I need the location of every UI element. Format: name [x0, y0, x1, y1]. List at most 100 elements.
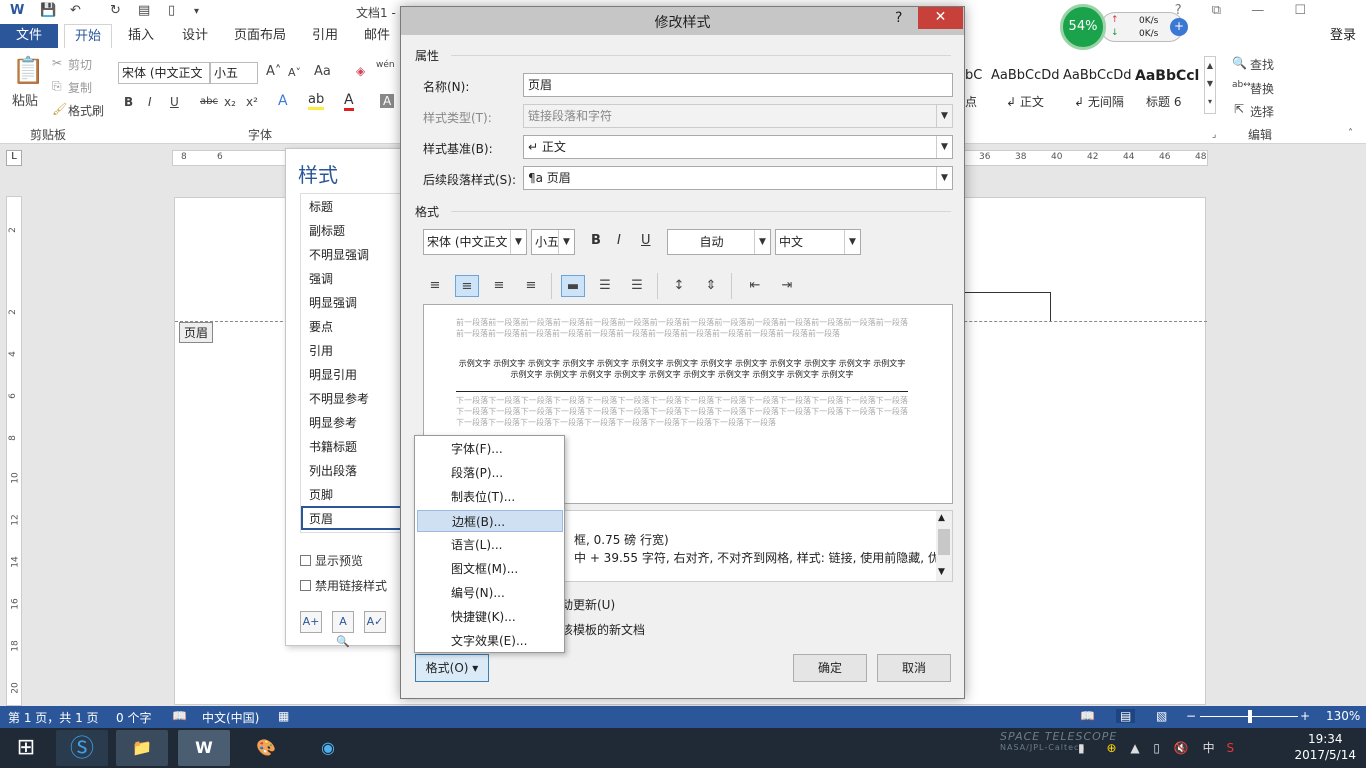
character-shading-icon[interactable]: A [380, 94, 395, 108]
clear-formatting-icon[interactable]: ◈ [356, 64, 365, 78]
zoom-slider-thumb[interactable] [1248, 710, 1252, 723]
style-item-strong[interactable]: 要点 [309, 318, 333, 335]
dialog-bold-button[interactable]: B [591, 233, 601, 248]
style-item-title[interactable]: 标题 [309, 198, 333, 215]
justify-button[interactable]: ≡ [519, 275, 543, 297]
menu-item-text-effects[interactable]: 文字效果(E)... [417, 630, 563, 652]
customize-toolbar-icon[interactable]: ▾ [194, 6, 199, 17]
menu-item-font[interactable]: 字体(F)... [417, 438, 563, 460]
next-style-select[interactable]: ¶a 页眉 ▼ [523, 166, 953, 190]
select-icon[interactable]: ⇱ [1234, 102, 1244, 116]
superscript-button[interactable]: x² [246, 95, 258, 109]
tab-references[interactable]: 引用 [312, 24, 338, 48]
scroll-thumb[interactable] [938, 529, 950, 555]
copy-button[interactable]: 复制 [68, 79, 92, 96]
align-right-button[interactable]: ≡ [487, 275, 511, 297]
style-item-intense-reference[interactable]: 明显参考 [309, 414, 357, 431]
tab-insert[interactable]: 插入 [128, 24, 154, 48]
style-preview-heading6[interactable]: AaBbCcl [1135, 68, 1199, 84]
read-mode-icon[interactable]: 📖 [1080, 709, 1095, 723]
page-count[interactable]: 第 1 页，共 1 页 [8, 709, 99, 726]
tab-design[interactable]: 设计 [182, 24, 208, 48]
ok-button[interactable]: 确定 [793, 654, 867, 682]
bold-button[interactable]: B [124, 95, 133, 109]
dialog-font-combo[interactable]: 宋体 (中文正文 ▼ [423, 229, 527, 255]
strikethrough-button[interactable]: abc [200, 96, 218, 107]
find-icon[interactable]: 🔍 [1232, 56, 1247, 70]
battery-icon[interactable]: ▮ [1078, 741, 1085, 755]
underline-button[interactable]: U [170, 95, 179, 109]
format-menu-button[interactable]: 格式(O) ▾ [415, 654, 489, 682]
select-button[interactable]: 选择 [1250, 103, 1274, 120]
style-preview-normal[interactable]: AaBbCcDd [991, 68, 1060, 83]
show-hidden-icons[interactable]: ▲ [1130, 741, 1139, 755]
style-item-header[interactable]: 页眉 [309, 510, 333, 527]
sign-in-link[interactable]: 登录 [1330, 24, 1356, 48]
ribbon-display-icon[interactable]: ⧉ [1212, 3, 1221, 18]
format-painter-button[interactable]: 格式刷 [68, 102, 104, 119]
font-name-combo[interactable]: 宋体 (中文正文 [118, 62, 210, 84]
style-item-emphasis[interactable]: 强调 [309, 270, 333, 287]
help-icon[interactable]: ? [895, 10, 902, 26]
cut-button[interactable]: 剪切 [68, 56, 92, 73]
tab-file[interactable]: 文件 [0, 24, 58, 48]
new-document-icon[interactable]: ▯ [168, 3, 175, 18]
decrease-indent-button[interactable]: ⇤ [743, 275, 767, 297]
power-icon[interactable]: ▯ [1153, 741, 1160, 755]
single-spacing-button[interactable]: ▬ [561, 275, 585, 297]
grow-font-icon[interactable]: A˄ [266, 64, 281, 79]
print-layout-icon[interactable]: ▤ [1116, 709, 1136, 723]
style-preview-no-spacing[interactable]: AaBbCcDd [1063, 68, 1132, 83]
word-count[interactable]: 0 个字 [116, 709, 151, 726]
dialog-size-combo[interactable]: 小五 ▼ [531, 229, 575, 255]
manage-styles-button[interactable]: A✓ [364, 611, 386, 633]
proofing-icon[interactable]: 📖 [172, 709, 187, 723]
redo-icon[interactable]: ↻ [110, 3, 121, 18]
styles-gallery-scroll[interactable]: ▲ ▼ ▾ [1204, 56, 1216, 114]
new-documents-option-label[interactable]: 该模板的新文档 [561, 621, 645, 638]
font-color-combo[interactable]: 自动 ▼ [667, 229, 771, 255]
tab-page-layout[interactable]: 页面布局 [234, 24, 286, 48]
boost-plus-icon[interactable]: + [1170, 18, 1188, 36]
style-item-quote[interactable]: 引用 [309, 342, 333, 359]
style-item-book-title[interactable]: 书籍标题 [309, 438, 357, 455]
file-explorer-icon[interactable]: 📁 [116, 730, 168, 766]
double-spacing-button[interactable]: ☰ [625, 275, 649, 297]
paint-icon[interactable]: 🎨 [240, 730, 292, 766]
paste-button[interactable]: 粘贴 [12, 90, 38, 109]
highlight-color-icon[interactable]: ab [308, 92, 325, 110]
auto-update-checkbox-label[interactable]: 动更新(U) [561, 596, 615, 613]
zoom-out-icon[interactable]: − [1186, 709, 1196, 723]
word-app-icon[interactable]: W [10, 3, 24, 18]
font-color-icon[interactable]: A [344, 92, 354, 111]
viewer-app-icon[interactable]: ◉ [302, 730, 354, 766]
maximize-icon[interactable]: ☐ [1294, 3, 1306, 18]
word-taskbar-icon[interactable]: W [178, 730, 230, 766]
sogou-ime-icon[interactable]: S [1226, 741, 1234, 755]
menu-item-tabs[interactable]: 制表位(T)... [417, 486, 563, 508]
undo-icon[interactable]: ↶ [70, 3, 81, 18]
phonetic-guide-icon[interactable]: wén [376, 60, 395, 70]
align-left-button[interactable]: ≡ [423, 275, 447, 297]
style-item-subtle-emphasis[interactable]: 不明显强调 [309, 246, 369, 263]
tab-mailings[interactable]: 邮件 [364, 24, 390, 48]
style-item-subtitle[interactable]: 副标题 [309, 222, 345, 239]
zoom-level[interactable]: 130% [1326, 709, 1360, 723]
style-item-intense-emphasis[interactable]: 明显强调 [309, 294, 357, 311]
language-indicator[interactable]: 中文(中国) [202, 709, 259, 726]
print-preview-icon[interactable]: ▤ [138, 3, 150, 18]
script-combo[interactable]: 中文 ▼ [775, 229, 861, 255]
browser-s-icon[interactable]: Ⓢ [56, 730, 108, 766]
style-item-intense-quote[interactable]: 明显引用 [309, 366, 357, 383]
scroll-down-icon[interactable]: ▼ [938, 567, 945, 577]
disable-linked-checkbox[interactable]: 禁用链接样式 [300, 577, 387, 594]
tray-app-icon[interactable]: ⊕ [1106, 741, 1116, 755]
italic-button[interactable]: I [148, 95, 152, 109]
macro-recording-icon[interactable]: ▦ [278, 709, 289, 723]
menu-item-border[interactable]: 边框(B)... [417, 510, 563, 532]
network-meter-widget[interactable]: ↑ 0K/s ↓ 0K/s 54% + [1060, 4, 1190, 50]
one-half-spacing-button[interactable]: ☰ [593, 275, 617, 297]
cancel-button[interactable]: 取消 [877, 654, 951, 682]
web-layout-icon[interactable]: ▧ [1156, 709, 1167, 723]
menu-item-numbering[interactable]: 编号(N)... [417, 582, 563, 604]
